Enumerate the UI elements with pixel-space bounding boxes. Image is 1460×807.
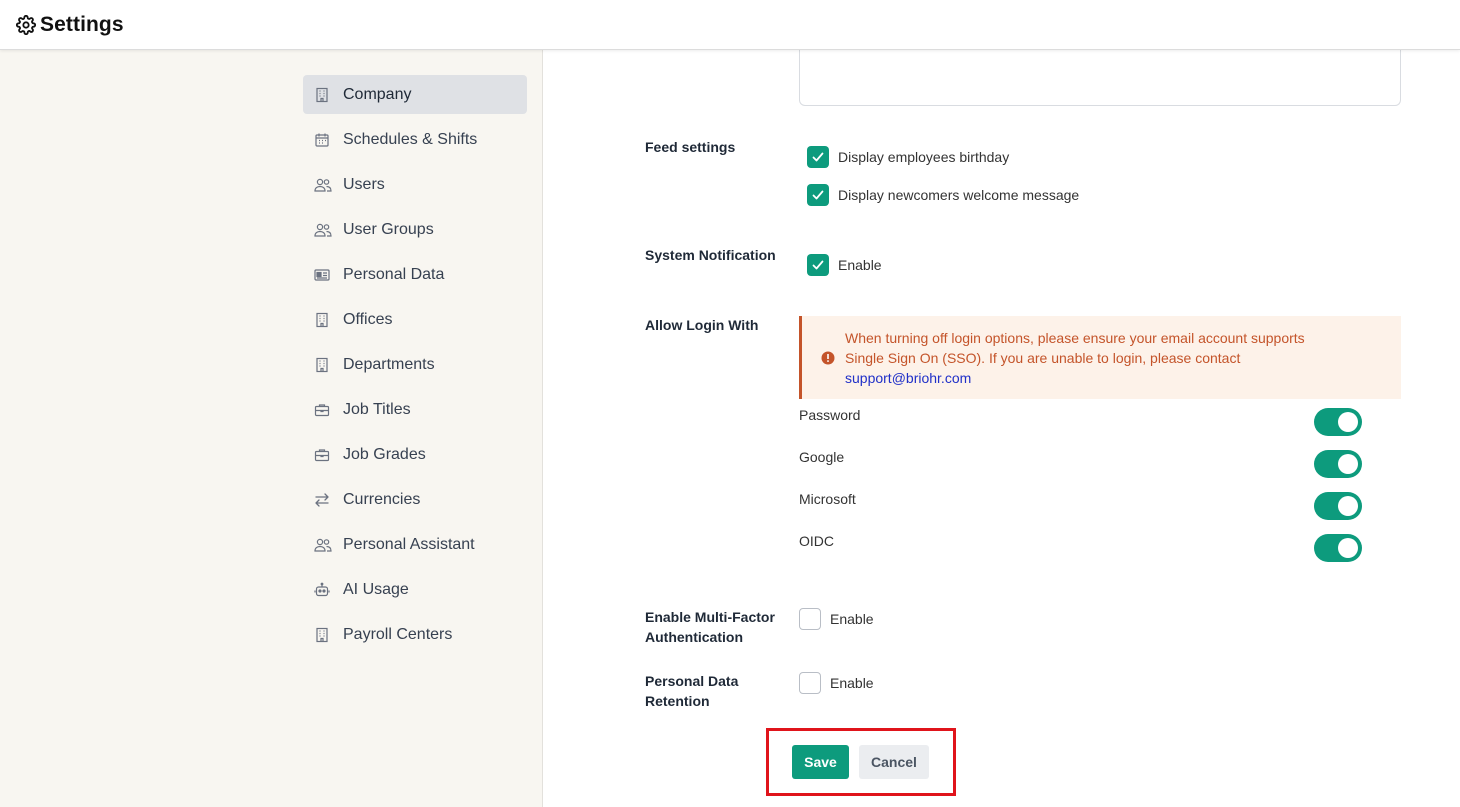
login-option-label: OIDC — [799, 533, 834, 549]
check-icon — [812, 190, 824, 200]
data-retention-checkbox[interactable] — [799, 672, 821, 694]
mfa-label: Enable Multi-Factor Authentication — [645, 607, 775, 647]
alert-line: When turning off login options, please e… — [845, 330, 1305, 346]
alert-line: Single Sign On (SSO). If you are unable … — [845, 350, 1241, 366]
data-retention-option-label: Enable — [830, 675, 874, 691]
cancel-button[interactable]: Cancel — [859, 745, 929, 779]
sidebar-item-label: Schedules & Shifts — [343, 130, 478, 148]
building-icon — [314, 357, 330, 373]
google-toggle[interactable] — [1314, 450, 1362, 478]
sidebar-item-job-titles[interactable]: Job Titles — [303, 390, 527, 429]
microsoft-toggle[interactable] — [1314, 492, 1362, 520]
check-icon — [812, 152, 824, 162]
newcomers-option-label: Display newcomers welcome message — [838, 187, 1080, 203]
support-email-link[interactable]: support@briohr.com — [845, 370, 971, 386]
mfa-option-label: Enable — [830, 611, 874, 627]
sidebar-item-ai-usage[interactable]: AI Usage — [303, 570, 527, 609]
building-icon — [314, 312, 330, 328]
settings-main: Feed settings Display employees birthday… — [544, 46, 1460, 807]
briefcase-icon — [314, 447, 330, 463]
sidebar-item-users[interactable]: Users — [303, 165, 527, 204]
newcomers-checkbox[interactable] — [807, 184, 829, 206]
check-icon — [812, 260, 824, 270]
sidebar-item-offices[interactable]: Offices — [303, 300, 527, 339]
users-icon — [314, 177, 332, 193]
calendar-icon — [314, 132, 330, 148]
data-retention-label-line: Retention — [645, 693, 710, 709]
sidebar-item-currencies[interactable]: Currencies — [303, 480, 527, 519]
users-icon — [314, 537, 332, 553]
top-bar: Settings — [0, 0, 1460, 50]
sidebar-item-departments[interactable]: Departments — [303, 345, 527, 384]
birthday-checkbox[interactable] — [807, 146, 829, 168]
page-title: Settings — [40, 12, 124, 36]
sidebar-item-label: AI Usage — [343, 580, 409, 598]
save-button[interactable]: Save — [792, 745, 849, 779]
sidebar-item-label: Personal Assistant — [343, 535, 475, 553]
data-retention-option[interactable]: Enable — [799, 672, 874, 694]
login-option-label: Password — [799, 407, 861, 423]
system-notification-option[interactable]: Enable — [807, 254, 882, 276]
sidebar-item-personal-assistant[interactable]: Personal Assistant — [303, 525, 527, 564]
system-notification-checkbox[interactable] — [807, 254, 829, 276]
briefcase-icon — [314, 402, 330, 418]
sidebar-item-label: Job Grades — [343, 445, 426, 463]
login-option-label: Google — [799, 449, 845, 465]
building-icon — [314, 627, 330, 643]
sidebar-item-label: Company — [343, 85, 412, 103]
mfa-option[interactable]: Enable — [799, 608, 874, 630]
login-option-google: Google — [799, 449, 1362, 479]
gear-icon — [15, 14, 37, 35]
building-icon — [314, 87, 330, 103]
sidebar-item-personal-data[interactable]: Personal Data — [303, 255, 527, 294]
sidebar-item-label: Payroll Centers — [343, 625, 453, 643]
birthday-option-label: Display employees birthday — [838, 149, 1010, 165]
oidc-toggle[interactable] — [1314, 534, 1362, 562]
robot-icon — [314, 582, 330, 598]
sidebar-item-label: Personal Data — [343, 265, 445, 283]
login-option-label: Microsoft — [799, 491, 856, 507]
settings-nav: Company Schedules & Shifts Users User Gr… — [303, 75, 527, 660]
sidebar-item-label: Offices — [343, 310, 393, 328]
description-textarea[interactable] — [799, 46, 1401, 106]
newcomers-option[interactable]: Display newcomers welcome message — [807, 184, 1079, 206]
id-card-icon — [314, 267, 330, 283]
users-icon — [314, 222, 332, 238]
login-option-oidc: OIDC — [799, 533, 1362, 563]
sidebar-item-user-groups[interactable]: User Groups — [303, 210, 527, 249]
alert-text: When turning off login options, please e… — [845, 328, 1365, 388]
login-option-password: Password — [799, 407, 1362, 437]
sidebar-item-job-grades[interactable]: Job Grades — [303, 435, 527, 474]
sidebar-item-label: Users — [343, 175, 385, 193]
login-option-microsoft: Microsoft — [799, 491, 1362, 521]
sidebar-item-company[interactable]: Company — [303, 75, 527, 114]
sso-warning-alert: When turning off login options, please e… — [799, 316, 1401, 399]
feed-settings-label: Feed settings — [645, 139, 736, 155]
sidebar-item-label: Currencies — [343, 490, 421, 508]
settings-sidebar: Company Schedules & Shifts Users User Gr… — [0, 50, 543, 807]
data-retention-label-line: Personal Data — [645, 673, 739, 689]
toggle-knob — [1338, 454, 1358, 474]
toggle-knob — [1338, 412, 1358, 432]
mfa-checkbox[interactable] — [799, 608, 821, 630]
toggle-knob — [1338, 496, 1358, 516]
arrows-exchange-icon — [314, 492, 330, 508]
sidebar-item-label: Departments — [343, 355, 435, 373]
data-retention-label: Personal Data Retention — [645, 671, 738, 711]
mfa-label-line: Authentication — [645, 629, 743, 645]
mfa-label-line: Enable Multi-Factor — [645, 609, 775, 625]
password-toggle[interactable] — [1314, 408, 1362, 436]
sidebar-item-schedules-shifts[interactable]: Schedules & Shifts — [303, 120, 527, 159]
allow-login-label: Allow Login With — [645, 317, 759, 333]
sidebar-item-label: User Groups — [343, 220, 434, 238]
toggle-knob — [1338, 538, 1358, 558]
system-notification-label: System Notification — [645, 247, 776, 263]
sidebar-item-payroll-centers[interactable]: Payroll Centers — [303, 615, 527, 654]
sidebar-item-label: Job Titles — [343, 400, 411, 418]
birthday-option[interactable]: Display employees birthday — [807, 146, 1009, 168]
alert-icon — [821, 351, 835, 365]
system-notification-option-label: Enable — [838, 257, 882, 273]
